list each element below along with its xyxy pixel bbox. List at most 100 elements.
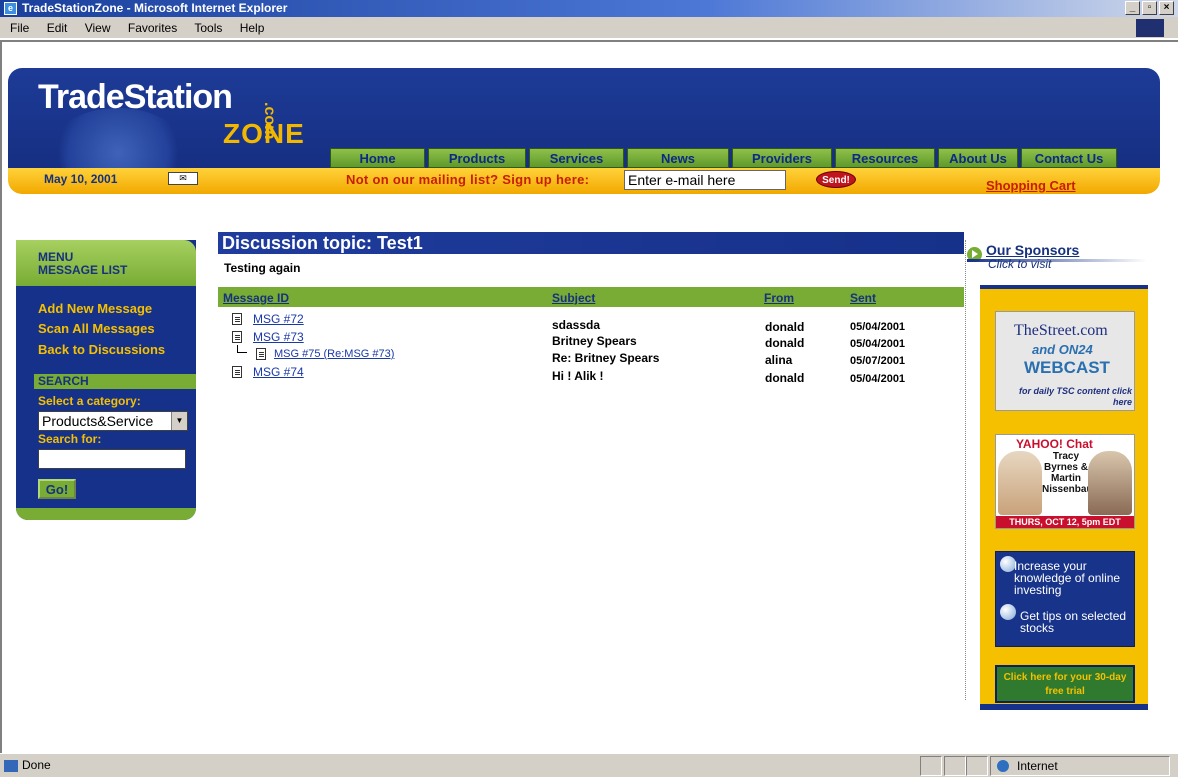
menu-tools[interactable]: Tools	[194, 21, 222, 35]
category-value: Products&Service	[42, 413, 154, 429]
status-cell	[966, 756, 988, 776]
chevron-down-icon[interactable]: ▼	[171, 412, 187, 430]
shopping-cart-link[interactable]: Shopping Cart	[986, 178, 1076, 193]
ad-free-trial[interactable]: Click here for your 30-day free trial	[995, 665, 1135, 703]
category-select[interactable]: Products&Service ▼	[38, 411, 188, 431]
add-new-message-link[interactable]: Add New Message	[38, 301, 152, 316]
message-subject: Hi ! Alik !	[552, 369, 604, 383]
ad-yahoo-chat[interactable]: YAHOO! Chat Tracy Byrnes & Martin Nissen…	[995, 434, 1135, 529]
nav-providers[interactable]: Providers	[732, 148, 832, 168]
sponsors-subtitle: Click to visit	[988, 257, 1052, 271]
menu-header: MENU MESSAGE LIST	[16, 240, 196, 286]
message-link[interactable]: MSG #74	[253, 365, 304, 379]
message-sent: 05/07/2001	[850, 355, 906, 367]
sponsors-title[interactable]: Our Sponsors	[986, 242, 1079, 258]
bullet-icon	[1000, 604, 1016, 620]
document-icon	[232, 313, 242, 325]
ad-tagline: for daily TSC content click here	[1018, 386, 1132, 407]
message-table-header: Message ID Subject From Sent	[218, 287, 964, 307]
main-nav: Home Products Services News Providers Re…	[330, 148, 1117, 168]
nav-news[interactable]: News	[627, 148, 729, 168]
column-sent[interactable]: Sent	[850, 291, 876, 305]
message-from: donald	[765, 320, 805, 334]
window-title: TradeStationZone - Microsoft Internet Ex…	[22, 1, 288, 15]
message-link[interactable]: MSG #72	[253, 312, 304, 326]
menu-edit[interactable]: Edit	[47, 21, 68, 35]
person-photo	[998, 451, 1042, 515]
status-text: Done	[22, 758, 51, 772]
globe-graphic	[48, 108, 188, 168]
ad-brand: TheStreet.com	[1014, 322, 1108, 339]
message-subject: Britney Spears	[552, 334, 637, 348]
go-button[interactable]: Go!	[38, 479, 76, 499]
security-zone: Internet	[990, 756, 1170, 776]
nav-services[interactable]: Services	[529, 148, 624, 168]
search-heading: SEARCH	[34, 374, 196, 389]
column-subject[interactable]: Subject	[552, 291, 595, 305]
nav-resources[interactable]: Resources	[835, 148, 935, 168]
message-sent: 05/04/2001	[850, 338, 906, 350]
nav-about-us[interactable]: About Us	[938, 148, 1018, 168]
page-icon	[4, 759, 18, 772]
minimize-icon[interactable]: _	[1125, 1, 1140, 15]
status-cell	[920, 756, 942, 776]
email-signup-input[interactable]: Enter e-mail here	[624, 170, 786, 190]
zone-label: Internet	[1017, 759, 1058, 773]
menu-file[interactable]: File	[10, 21, 29, 35]
message-link[interactable]: MSG #75 (Re:MSG #73)	[274, 348, 394, 360]
current-date: May 10, 2001	[44, 172, 118, 186]
message-from: donald	[765, 371, 805, 385]
mailing-bar: May 10, 2001 ✉ Not on our mailing list? …	[8, 168, 1160, 194]
sidebar-menu: MENU MESSAGE LIST Add New Message Scan A…	[16, 240, 196, 520]
document-icon	[256, 348, 266, 360]
site-logo[interactable]: TradeStation	[38, 78, 233, 117]
ad-line-1: Increase your knowledge of online invest…	[1014, 559, 1121, 597]
search-for-label: Search for:	[38, 432, 102, 446]
ad-line-2: Get tips on selected stocks	[1020, 609, 1127, 635]
message-sent: 05/04/2001	[850, 373, 906, 385]
window-titlebar: e TradeStationZone - Microsoft Internet …	[0, 0, 1178, 17]
header-banner: TradeStation ZONE .com Home Products Ser…	[8, 68, 1160, 168]
topic-title: Discussion topic: Test1	[218, 232, 964, 254]
menu-favorites[interactable]: Favorites	[128, 21, 177, 35]
message-link[interactable]: MSG #73	[253, 330, 304, 344]
menu-subtitle: MESSAGE LIST	[38, 263, 128, 277]
scan-all-messages-link[interactable]: Scan All Messages	[38, 321, 155, 336]
ad-names: Tracy Byrnes & Martin Nissenbaum	[1042, 451, 1102, 495]
menu-help[interactable]: Help	[240, 21, 265, 35]
mailing-prompt: Not on our mailing list? Sign up here:	[346, 172, 590, 187]
ad-online-investing[interactable]: Increase your knowledge of online invest…	[995, 551, 1135, 647]
sponsor-column: TheStreet.com and ON24 WEBCAST for daily…	[980, 285, 1148, 710]
ad-webcast: WEBCAST	[1024, 358, 1110, 377]
column-divider	[965, 240, 966, 700]
nav-home[interactable]: Home	[330, 148, 425, 168]
menu-view[interactable]: View	[85, 21, 111, 35]
site-header: TradeStation ZONE .com Home Products Ser…	[8, 68, 1160, 200]
status-cell	[944, 756, 966, 776]
document-icon	[232, 366, 242, 378]
message-sent: 05/04/2001	[850, 321, 906, 333]
nav-contact-us[interactable]: Contact Us	[1021, 148, 1117, 168]
document-icon	[232, 331, 242, 343]
sidebar-footer	[16, 508, 196, 520]
message-from: alina	[765, 353, 793, 367]
topic-description: Testing again	[224, 261, 301, 275]
thread-connector	[237, 345, 247, 353]
close-icon[interactable]: ×	[1159, 1, 1174, 15]
search-input[interactable]	[38, 449, 186, 469]
message-subject: sdassda	[552, 318, 601, 332]
back-to-discussions-link[interactable]: Back to Discussions	[38, 342, 165, 357]
column-from[interactable]: From	[764, 291, 794, 305]
nav-products[interactable]: Products	[428, 148, 526, 168]
maximize-icon[interactable]: ▫	[1142, 1, 1157, 15]
ie-app-icon: e	[4, 2, 17, 15]
browser-statusbar: Done Internet	[0, 753, 1178, 777]
site-logo-com: .com	[261, 102, 278, 140]
message-subject: Re: Britney Spears	[552, 351, 660, 365]
ad-date: THURS, OCT 12, 5pm EDT	[996, 516, 1134, 528]
send-button[interactable]: Send!	[816, 171, 856, 188]
column-message-id[interactable]: Message ID	[223, 291, 289, 305]
ad-thestreet[interactable]: TheStreet.com and ON24 WEBCAST for daily…	[995, 311, 1135, 411]
window-controls: _ ▫ ×	[1125, 1, 1174, 15]
globe-icon	[997, 760, 1009, 772]
